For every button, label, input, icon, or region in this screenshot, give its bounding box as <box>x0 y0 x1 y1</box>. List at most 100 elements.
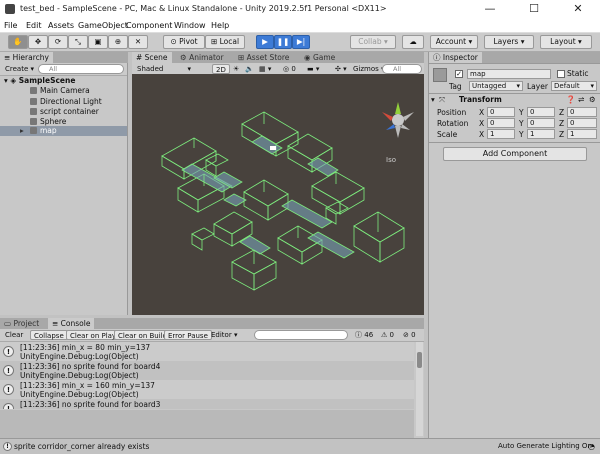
shading-dropdown[interactable]: Shaded ▾ <box>134 64 194 74</box>
active-checkbox[interactable]: ✓ <box>455 70 463 78</box>
tools-icon[interactable]: ✣ ▾ <box>332 64 352 74</box>
tab-console[interactable]: ≡ Console <box>48 318 95 329</box>
clear-button[interactable]: Clear <box>2 330 26 340</box>
tab-animator[interactable]: ⚙ Animator <box>176 52 228 63</box>
warning-count-toggle[interactable]: ⚠ 0 <box>378 330 397 340</box>
local-toggle[interactable]: ⊞ Local <box>205 35 245 49</box>
transform-tool-icon[interactable]: ⊕ <box>108 35 128 49</box>
custom-tool-icon[interactable]: ✕ <box>128 35 148 49</box>
error-pause-toggle[interactable]: Error Pause <box>164 330 212 340</box>
menu-edit[interactable]: Edit <box>26 21 42 30</box>
add-component-button[interactable]: Add Component <box>443 147 587 161</box>
object-name-field[interactable]: map <box>467 69 551 79</box>
list-item[interactable]: Directional Light <box>30 97 102 107</box>
scale-y-field[interactable]: 1 <box>527 129 555 139</box>
menu-file[interactable]: File <box>4 21 17 30</box>
help-icon[interactable]: ❓ <box>566 95 575 104</box>
move-tool-icon[interactable]: ✥ <box>28 35 48 49</box>
console-scrollbar[interactable] <box>416 342 423 436</box>
rotate-tool-icon[interactable]: ⟳ <box>48 35 68 49</box>
rotation-z-field[interactable]: 0 <box>567 118 597 128</box>
divider <box>429 93 600 94</box>
status-message[interactable]: sprite corridor_corner already exists <box>14 442 149 451</box>
position-z-field[interactable]: 0 <box>567 107 597 117</box>
clear-on-play-toggle[interactable]: Clear on Play <box>66 330 121 340</box>
log-count-toggle[interactable]: ⓘ 46 <box>352 330 376 340</box>
hand-tool-icon[interactable]: ✋ <box>8 35 28 49</box>
menu-window[interactable]: Window <box>174 21 206 30</box>
effects-toggle-icon[interactable]: ▦ ▾ <box>256 64 274 74</box>
tab-inspector[interactable]: ⓘ Inspector <box>429 52 482 63</box>
account-dropdown[interactable]: Account ▾ <box>430 35 478 49</box>
log-entry[interactable]: ! [11:23:36] no sprite found for board3 <box>0 399 414 409</box>
scene-viewport[interactable]: Iso <box>132 74 424 315</box>
scale-x-field[interactable]: 1 <box>487 129 515 139</box>
layers-dropdown[interactable]: Layers ▾ <box>484 35 534 49</box>
log-stack: UnityEngine.Debug:Log(Object) <box>20 371 139 380</box>
menu-gameobject[interactable]: GameObject <box>78 21 128 30</box>
grid-icon: # <box>136 53 145 62</box>
2d-toggle[interactable]: 2D <box>212 64 230 74</box>
list-item[interactable]: script container <box>30 107 99 117</box>
tab-game[interactable]: ◉ Game <box>300 52 339 63</box>
lighting-toggle-icon[interactable]: ☀ <box>230 64 242 74</box>
hierarchy-search-input[interactable]: All <box>38 64 124 74</box>
create-dropdown[interactable]: Create ▾ <box>2 64 37 74</box>
hierarchy-toolbar: Create ▾ All <box>0 63 127 76</box>
scene-camera-icon[interactable]: ▬ ▾ <box>304 64 322 74</box>
cloud-icon[interactable]: ☁ <box>402 35 424 49</box>
scale-tool-icon[interactable]: ⤡ <box>68 35 88 49</box>
layer-dropdown[interactable]: Default ▾ <box>551 81 597 91</box>
play-button[interactable]: ▶ <box>256 35 274 49</box>
warning-count: 0 <box>389 331 394 339</box>
log-entry[interactable]: ! [11:23:36] min_x = 160 min_y=137 Unity… <box>0 380 414 399</box>
collab-button[interactable]: Collab ▾ <box>350 35 396 49</box>
info-icon: ! <box>3 365 14 376</box>
maximize-button[interactable]: ☐ <box>512 1 556 17</box>
scene-root-item[interactable]: ▾ ◈ SampleScene <box>4 76 75 86</box>
log-message: [11:23:36] min_x = 80 min_y=137 <box>20 343 151 352</box>
hidden-objects-icon[interactable]: ◎ 0 <box>280 64 299 74</box>
tab-scene[interactable]: # Scene <box>132 52 172 63</box>
console-panel: ▭ Project ≡ Console Clear Collapse Clear… <box>0 318 424 438</box>
list-item[interactable]: Main Camera <box>30 86 90 96</box>
inspector-tabstrip: ⓘ Inspector <box>429 52 600 64</box>
tag-dropdown[interactable]: Untagged ▾ <box>469 81 523 91</box>
layer-value: Default <box>554 82 580 90</box>
rotation-x-field[interactable]: 0 <box>487 118 515 128</box>
rotation-y-field[interactable]: 0 <box>527 118 555 128</box>
clear-on-build-toggle[interactable]: Clear on Build <box>114 330 172 340</box>
static-checkbox[interactable] <box>557 70 565 78</box>
audio-toggle-icon[interactable]: 🔈 <box>242 64 257 74</box>
list-item-selected[interactable]: ▸ map <box>0 126 127 136</box>
scrollbar-thumb[interactable] <box>417 352 422 368</box>
settings-gear-icon[interactable]: ⚙ <box>589 95 596 104</box>
close-button[interactable]: ✕ <box>556 1 600 17</box>
step-button[interactable]: ▶| <box>292 35 310 49</box>
console-search-input[interactable] <box>254 330 348 340</box>
tab-asset-store[interactable]: ⊞ Asset Store <box>234 52 293 63</box>
tab-game-label: Game <box>312 53 336 62</box>
expand-arrow-icon[interactable]: ▾ <box>431 95 435 104</box>
editor-dropdown[interactable]: Editor ▾ <box>208 330 240 340</box>
menu-component[interactable]: Component <box>126 21 172 30</box>
scale-z-field[interactable]: 1 <box>567 129 597 139</box>
pivot-toggle[interactable]: ⊙ Pivot <box>163 35 205 49</box>
menu-help[interactable]: Help <box>211 21 229 30</box>
pause-button[interactable]: ❚❚ <box>274 35 292 49</box>
preset-icon[interactable]: ⇌ <box>578 95 584 104</box>
minimize-button[interactable]: — <box>468 1 512 17</box>
position-y-field[interactable]: 0 <box>527 107 555 117</box>
scene-search-input[interactable]: All <box>382 64 422 74</box>
tab-hierarchy[interactable]: ≡ Hierarchy <box>0 52 53 63</box>
orientation-gizmo-icon[interactable] <box>382 102 414 138</box>
layout-dropdown[interactable]: Layout ▾ <box>540 35 592 49</box>
error-count-toggle[interactable]: ⊘ 0 <box>400 330 419 340</box>
position-x-field[interactable]: 0 <box>487 107 515 117</box>
log-entry[interactable]: ! [11:23:36] no sprite found for board4 … <box>0 361 414 380</box>
log-entry[interactable]: ! [11:23:36] min_x = 80 min_y=137 UnityE… <box>0 342 414 361</box>
rect-tool-icon[interactable]: ▣ <box>88 35 108 49</box>
tab-project[interactable]: ▭ Project <box>0 318 43 329</box>
menu-assets[interactable]: Assets <box>48 21 74 30</box>
collapse-toggle[interactable]: Collapse <box>30 330 68 340</box>
